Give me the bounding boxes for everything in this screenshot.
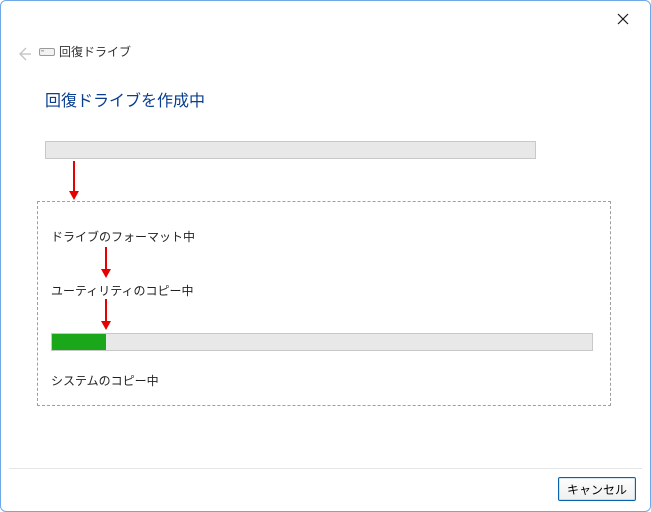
step-copy-utilities-label: ユーティリティのコピー中 <box>51 282 194 299</box>
step-format-label: ドライブのフォーマット中 <box>51 228 195 245</box>
drive-icon <box>39 45 55 63</box>
progress-fill <box>52 334 106 350</box>
progress-bar-overall <box>45 141 536 159</box>
cancel-button[interactable]: キャンセル <box>558 477 636 501</box>
annotation-arrow-icon <box>101 299 111 330</box>
close-button[interactable] <box>608 9 638 29</box>
annotation-arrow-icon <box>69 161 79 200</box>
annotation-arrow-icon <box>101 247 111 278</box>
back-button <box>15 45 33 63</box>
page-title: 回復ドライブを作成中 <box>45 87 205 111</box>
close-icon <box>617 13 629 25</box>
dialog-window: 回復ドライブ 回復ドライブを作成中 ドライブのフォーマット中 ユーティリティのコ… <box>0 0 651 512</box>
steps-panel: ドライブのフォーマット中 ユーティリティのコピー中 システムのコピー中 <box>37 201 611 406</box>
progress-bar-step <box>51 333 593 351</box>
breadcrumb: 回復ドライブ <box>59 43 131 60</box>
footer-separator <box>9 468 642 469</box>
arrow-left-icon <box>16 46 32 62</box>
step-copy-system-label: システムのコピー中 <box>51 372 159 389</box>
